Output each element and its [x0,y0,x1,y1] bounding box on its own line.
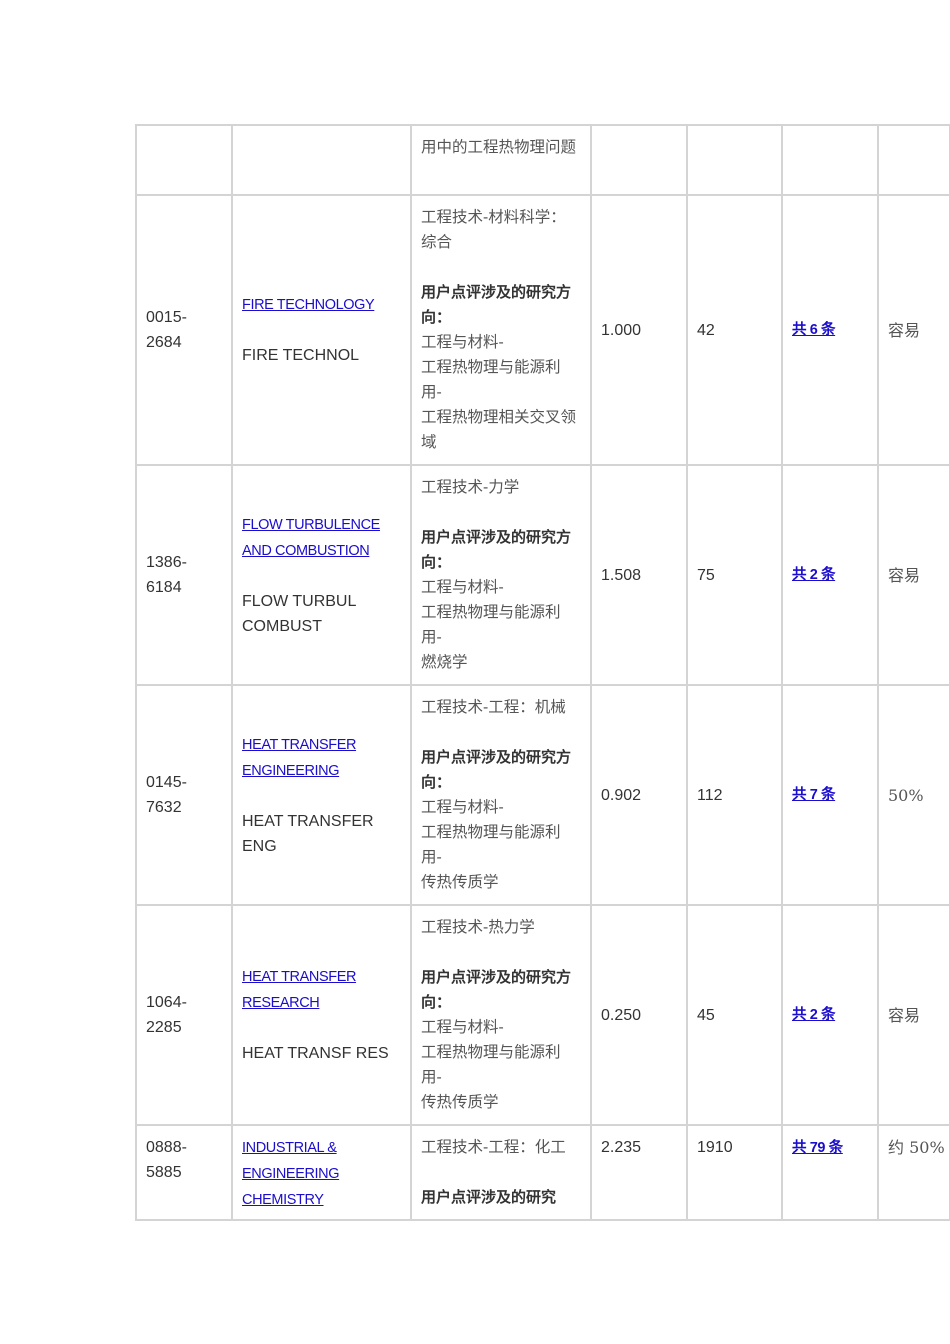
journal-abbreviation: HEAT TRANSFER ENG [242,812,374,855]
table-row: 用中的工程热物理问题 [135,124,950,196]
subject-line: 工程热物理相关交叉领域 [421,408,577,451]
issn-cell: 0888-5885 [135,1124,233,1221]
journal-abbreviation: FIRE TECHNOL [242,347,360,364]
subject-cell: 工程技术-热力学用户点评涉及的研究方向： 工程与材料- 工程热物理与能源利用- 传热传… [410,904,592,1126]
table-row: 1386-6184 FLOW TURBULENCE AND COMBUSTION F… [135,464,950,686]
subject-line: 工程热物理与能源利用- [421,603,561,646]
subject-line: 工程技术-力学 [421,478,520,496]
reviews-link[interactable]: 共 7 条 [792,787,836,803]
subject-line: 工程技术-工程：机械 [421,698,566,716]
journal-title-cell: HEAT TRANSFER ENGINEERING HEAT TRANSFER E… [231,684,412,906]
subject-line: 工程与材料- [421,578,504,596]
journal-title-link[interactable]: FLOW TURBULENCE AND COMBUSTION [242,517,380,559]
journal-table: 用中的工程热物理问题 0015-2684 FIRE TECHNOLOGY FIRE T… [135,124,950,1221]
issn-cell: 1386-6184 [135,464,233,686]
reviews-link[interactable]: 共 79 条 [792,1140,843,1156]
article-count-cell: 112 [686,684,783,906]
difficulty-cell: 容易 [877,904,950,1126]
issn-cell: 1064-2285 [135,904,233,1126]
reviews-cell: 共 79 条 [781,1124,879,1221]
subject-line: 传热传质学 [421,873,499,891]
reviews-cell: 共 2 条 [781,904,879,1126]
reviews-cell: 共 2 条 [781,464,879,686]
table-row: 1064-2285 HEAT TRANSFER RESEARCH HEAT TRAN… [135,904,950,1126]
reviews-cell: 共 7 条 [781,684,879,906]
journal-title-link[interactable]: HEAT TRANSFER RESEARCH [242,969,356,1011]
subject-line: 燃烧学 [421,653,468,671]
impact-factor-cell: 0.902 [590,684,688,906]
subject-line: 工程技术-工程：化工 [421,1138,566,1156]
research-direction-heading: 用户点评涉及的研究方向： [421,748,572,791]
journal-table-body: 用中的工程热物理问题 0015-2684 FIRE TECHNOLOGY FIRE T… [135,124,950,1221]
subject-line: 工程与材料- [421,798,504,816]
difficulty-cell: 50% [877,684,950,906]
journal-title-cell: INDUSTRIAL & ENGINEERING CHEMISTRY [231,1124,412,1221]
issn-cell: 0145-7632 [135,684,233,906]
article-count-cell: 42 [686,194,783,466]
subject-cell: 工程技术-工程：化工 用户点评涉及的研究 [410,1124,592,1221]
journal-title-link[interactable]: INDUSTRIAL & ENGINEERING CHEMISTRY [242,1140,340,1208]
reviews-link[interactable]: 共 2 条 [792,1007,836,1023]
subject-cell: 工程技术-工程：机械用户点评涉及的研究方向： 工程与材料- 工程热物理与能源利用- 传… [410,684,592,906]
issn-cell [135,124,233,196]
subject-line: 工程技术-热力学 [421,918,535,936]
research-direction-heading: 用户点评涉及的研究方向： [421,968,572,1011]
difficulty-cell: 容易 [877,464,950,686]
subject-cell: 用中的工程热物理问题 [410,124,592,196]
journal-title-link[interactable]: FIRE TECHNOLOGY [242,297,375,313]
research-direction-heading: 用户点评涉及的研究 [421,1188,557,1206]
reviews-cell [781,124,879,196]
subject-line: 工程技术-材料科学：综合 [421,208,566,251]
difficulty-cell: 容易 [877,194,950,466]
research-direction-heading: 用户点评涉及的研究方向： [421,528,572,571]
impact-factor-cell: 0.250 [590,904,688,1126]
reviews-link[interactable]: 共 6 条 [792,322,836,338]
journal-abbreviation: HEAT TRANSF RES [242,1045,389,1062]
article-count-cell: 75 [686,464,783,686]
article-count-cell: 45 [686,904,783,1126]
journal-title-link[interactable]: HEAT TRANSFER ENGINEERING [242,737,356,779]
impact-factor-cell [590,124,688,196]
table-row: 0145-7632 HEAT TRANSFER ENGINEERING HEAT T… [135,684,950,906]
journal-title-cell: FIRE TECHNOLOGY FIRE TECHNOL [231,194,412,466]
reviews-cell: 共 6 条 [781,194,879,466]
subject-line: 工程与材料- [421,333,504,351]
impact-factor-cell: 2.235 [590,1124,688,1221]
subject-line: 用中的工程热物理问题 [421,138,577,156]
subject-line: 工程与材料- [421,1018,504,1036]
journal-title-cell: HEAT TRANSFER RESEARCH HEAT TRANSF RES [231,904,412,1126]
subject-cell: 工程技术-材料科学：综合 用户点评涉及的研究方向： 工程与材料- 工程热物理与能源利用… [410,194,592,466]
journal-title-cell: FLOW TURBULENCE AND COMBUSTION FLOW TURBU… [231,464,412,686]
impact-factor-cell: 1.000 [590,194,688,466]
subject-line: 工程热物理与能源利用- [421,1043,561,1086]
journal-abbreviation: FLOW TURBUL COMBUST [242,592,356,635]
table-row: 0888-5885 INDUSTRIAL & ENGINEERING CHEMIS… [135,1124,950,1221]
article-count-cell [686,124,783,196]
difficulty-cell: 约 50% [877,1124,950,1221]
subject-cell: 工程技术-力学用户点评涉及的研究方向： 工程与材料- 工程热物理与能源利用- 燃烧学 [410,464,592,686]
reviews-link[interactable]: 共 2 条 [792,567,836,583]
subject-line: 传热传质学 [421,1093,499,1111]
article-count-cell: 1910 [686,1124,783,1221]
issn-cell: 0015-2684 [135,194,233,466]
table-row: 0015-2684 FIRE TECHNOLOGY FIRE TECHNOL 工程技术… [135,194,950,466]
journal-title-cell [231,124,412,196]
subject-line: 工程热物理与能源利用- [421,823,561,866]
subject-line: 工程热物理与能源利用- [421,358,561,401]
research-direction-heading: 用户点评涉及的研究方向： [421,283,572,326]
difficulty-cell [877,124,950,196]
impact-factor-cell: 1.508 [590,464,688,686]
